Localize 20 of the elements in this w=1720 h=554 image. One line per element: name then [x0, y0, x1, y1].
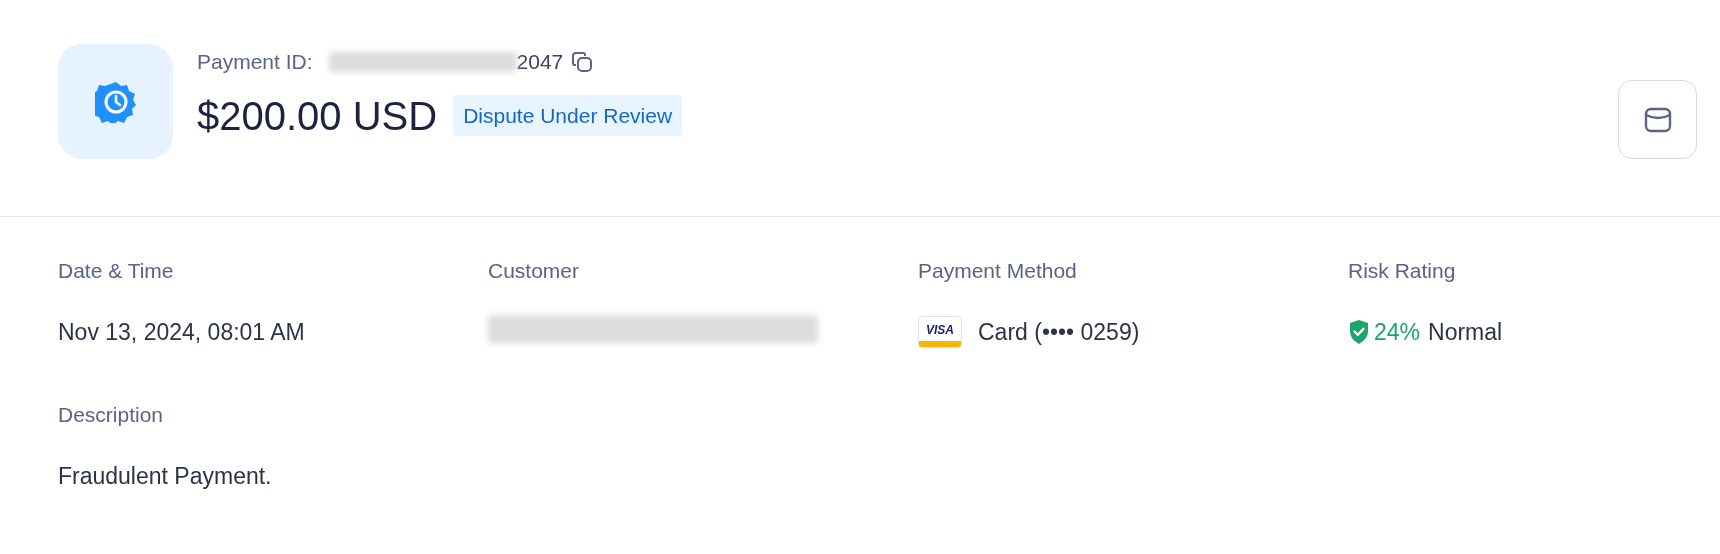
inbox-button[interactable] — [1618, 80, 1697, 159]
payment-method: Card (•••• 0259) — [978, 317, 1140, 347]
payment-id-label: Payment ID: — [197, 49, 313, 75]
field-label: Description — [58, 402, 165, 428]
shield-check-icon — [1348, 318, 1370, 345]
field-value: Nov 13, 2024, 08:01 AM — [58, 317, 306, 347]
field-value: Fraudulent Payment. — [58, 461, 273, 491]
payment-amount: $200.00 USD — [197, 93, 438, 138]
status-tag: Dispute Under Review — [453, 94, 683, 137]
field-label: Payment Method — [918, 258, 1078, 284]
clock-badge-icon — [94, 80, 137, 123]
card-brand-logo: VISA — [918, 315, 962, 348]
field-label: Customer — [488, 258, 581, 284]
inbox-icon — [1643, 106, 1672, 133]
risk-score: 24% — [1374, 317, 1421, 347]
copy-icon[interactable] — [571, 50, 594, 73]
field-label: Risk Rating — [1348, 258, 1457, 284]
risk-level: Normal — [1428, 317, 1503, 347]
payment-id: 2047 — [516, 49, 564, 75]
field-label: Date & Time — [58, 258, 175, 284]
